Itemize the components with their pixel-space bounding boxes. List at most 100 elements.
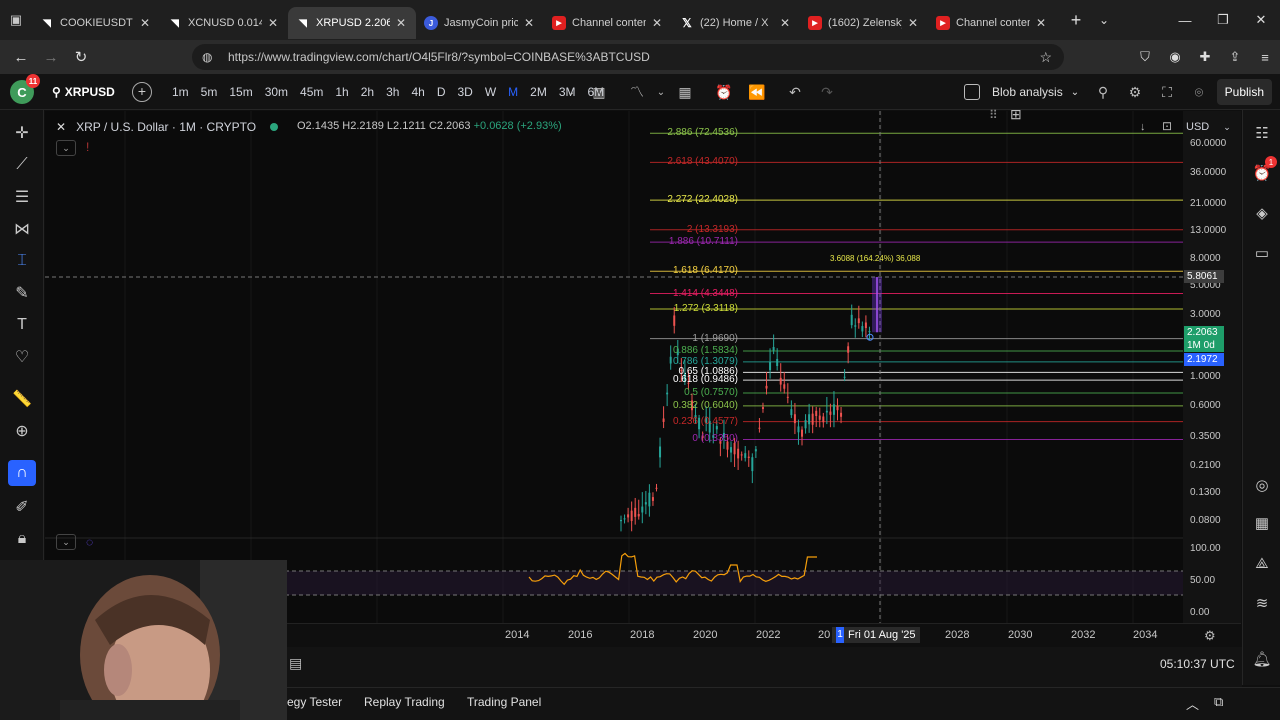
prediction-icon[interactable]: ⌶ bbox=[8, 248, 36, 274]
interval-m[interactable]: M bbox=[502, 85, 524, 99]
candles-icon[interactable]: ▥ bbox=[586, 74, 612, 110]
symbol-search-button[interactable]: ⚲ XRPUSD bbox=[52, 74, 115, 110]
quick-search-icon[interactable]: ⚲ bbox=[1090, 74, 1116, 110]
calendar-icon[interactable]: ▦ bbox=[1249, 510, 1275, 536]
indicators-icon[interactable]: 〽 bbox=[624, 74, 650, 110]
new-tab-button[interactable]: + bbox=[1062, 10, 1090, 31]
compare-symbol-icon[interactable]: + bbox=[132, 82, 152, 102]
signal-icon[interactable]: ≋ bbox=[1249, 590, 1275, 616]
chart-canvas[interactable] bbox=[45, 111, 1183, 623]
redo-icon[interactable]: ↷ bbox=[814, 74, 840, 110]
close-tab-icon[interactable]: ✕ bbox=[522, 16, 536, 30]
watchlist-icon[interactable]: ☷ bbox=[1249, 120, 1275, 146]
scroll-down-icon[interactable]: ↓ bbox=[1140, 121, 1146, 133]
close-tab-icon[interactable]: ✕ bbox=[138, 16, 152, 30]
maximize-pane-icon[interactable]: ⊡ bbox=[1162, 119, 1172, 133]
browser-tab[interactable]: J JasmyCoin price to ✕ bbox=[416, 7, 544, 39]
tab-actions-icon[interactable]: ▣ bbox=[0, 0, 32, 40]
avatar[interactable]: C 11 bbox=[10, 74, 40, 104]
profile-icon[interactable]: ◉ bbox=[1160, 40, 1190, 74]
browser-tab[interactable]: ▶ Channel content - ✕ bbox=[928, 7, 1056, 39]
interval-1h[interactable]: 1h bbox=[329, 85, 354, 99]
forward-icon[interactable]: → bbox=[36, 40, 66, 74]
zoom-icon[interactable]: ⊕ bbox=[8, 418, 36, 444]
close-window-icon[interactable]: ✕ bbox=[1242, 0, 1280, 40]
interval-1m[interactable]: 1m bbox=[166, 85, 195, 99]
settings-icon[interactable]: ⚙ bbox=[1122, 74, 1148, 110]
collapse-panel-icon[interactable]: ︿ bbox=[1186, 694, 1199, 713]
pocket-icon[interactable]: ⛉ bbox=[1130, 40, 1160, 74]
chat-icon[interactable]: ▭ bbox=[1249, 240, 1275, 266]
layouts-icon[interactable]: ▦ bbox=[672, 74, 698, 110]
blob-dropdown-icon[interactable]: ⌄ bbox=[1071, 87, 1079, 98]
notifications-icon[interactable]: 🔔︎ bbox=[1249, 646, 1275, 672]
interval-30m[interactable]: 30m bbox=[259, 85, 294, 99]
interval-2m[interactable]: 2M bbox=[524, 85, 553, 99]
strategy-tester-tab[interactable]: egy Tester bbox=[287, 695, 342, 709]
publish-button[interactable]: Publish bbox=[1216, 79, 1272, 105]
collapse-indicator-icon[interactable]: ⌄ bbox=[56, 534, 76, 550]
fullscreen-icon[interactable]: ⛶ bbox=[1154, 74, 1180, 110]
alerts-icon[interactable]: ⏰ 1 bbox=[1249, 156, 1277, 186]
interval-5m[interactable]: 5m bbox=[195, 85, 224, 99]
site-info-icon[interactable]: ◍ bbox=[202, 50, 216, 64]
close-tab-icon[interactable]: ✕ bbox=[394, 16, 408, 30]
close-tab-icon[interactable]: ✕ bbox=[906, 16, 920, 30]
remove-symbol-icon[interactable]: ✕ bbox=[56, 120, 66, 134]
restore-icon[interactable]: ❐ bbox=[1204, 0, 1242, 40]
close-tab-icon[interactable]: ✕ bbox=[778, 16, 792, 30]
collapse-legend-icon[interactable]: ⌄ bbox=[56, 140, 76, 156]
ruler-icon[interactable]: 📏 bbox=[8, 386, 36, 412]
trading-panel-tab[interactable]: Trading Panel bbox=[467, 695, 541, 709]
close-tab-icon[interactable]: ✕ bbox=[266, 16, 280, 30]
pine-editor-icon[interactable]: ⟁ bbox=[1249, 550, 1275, 576]
interval-w[interactable]: W bbox=[479, 85, 502, 99]
share-icon[interactable]: ⇪ bbox=[1220, 40, 1250, 74]
replay-icon[interactable]: ⏪ bbox=[744, 74, 770, 110]
browser-tab[interactable]: ▶ (1602) Zelenskyy a ✕ bbox=[800, 7, 928, 39]
close-tab-icon[interactable]: ✕ bbox=[650, 16, 664, 30]
menu-icon[interactable]: ≡ bbox=[1250, 40, 1280, 74]
lock-drawing-icon[interactable]: ✐ bbox=[8, 494, 36, 520]
browser-tab[interactable]: 𝕏 (22) Home / X ✕ bbox=[672, 7, 800, 39]
interval-3h[interactable]: 3h bbox=[380, 85, 405, 99]
replay-trading-tab[interactable]: Replay Trading bbox=[364, 695, 445, 709]
interval-dropdown-icon[interactable]: ⌄ bbox=[558, 74, 584, 110]
browser-tab[interactable]: ◥ XRPUSD 2.2063 ▲ ✕ bbox=[288, 7, 416, 39]
object-tree-icon[interactable]: ⊞ bbox=[1010, 106, 1022, 123]
heart-icon[interactable]: ♡ bbox=[8, 344, 36, 370]
interval-4h[interactable]: 4h bbox=[405, 85, 430, 99]
back-icon[interactable]: ← bbox=[6, 40, 36, 74]
maximize-panel-icon[interactable]: ⧉ bbox=[1214, 694, 1223, 710]
utc-clock[interactable]: 05:10:37 UTC bbox=[1160, 657, 1235, 671]
interval-15m[interactable]: 15m bbox=[223, 85, 258, 99]
indicators-dropdown-icon[interactable]: ⌄ bbox=[648, 74, 674, 110]
minimize-icon[interactable]: — bbox=[1166, 0, 1204, 40]
brush-icon[interactable]: ✎ bbox=[8, 280, 36, 306]
close-tab-icon[interactable]: ✕ bbox=[1034, 16, 1048, 30]
layers-icon[interactable]: ◈ bbox=[1249, 200, 1275, 226]
undo-icon[interactable]: ↶ bbox=[782, 74, 808, 110]
interval-3d[interactable]: 3D bbox=[451, 85, 478, 99]
url-bar[interactable]: ◍ https://www.tradingview.com/chart/O4l5… bbox=[192, 44, 1064, 70]
alert-icon[interactable]: ⏰ bbox=[711, 74, 737, 110]
blob-analysis-toggle[interactable]: Blob analysis ⌄ bbox=[964, 74, 1079, 110]
drag-handle-icon[interactable]: ⠿ bbox=[989, 108, 998, 122]
interval-d[interactable]: D bbox=[431, 85, 452, 99]
text-icon[interactable]: T bbox=[8, 312, 36, 338]
lock-icon[interactable]: 🔒︎ bbox=[8, 526, 36, 552]
blob-checkbox[interactable] bbox=[964, 84, 980, 100]
bookmark-star-icon[interactable]: ☆ bbox=[1039, 49, 1052, 66]
auto-scale-icon[interactable]: ⚙ bbox=[1204, 628, 1216, 644]
extensions-icon[interactable]: ✚ bbox=[1190, 40, 1220, 74]
browser-tab[interactable]: ◥ COOKIEUSDT 0.22 ✕ bbox=[32, 7, 160, 39]
magnet-icon[interactable]: ∩ bbox=[8, 460, 36, 486]
currency-selector[interactable]: USD ⌄ bbox=[1186, 118, 1238, 136]
browser-tab[interactable]: ◥ XCNUSD 0.014964 ✕ bbox=[160, 7, 288, 39]
browser-tab[interactable]: ▶ Channel content - ✕ bbox=[544, 7, 672, 39]
trend-line-icon[interactable]: ⟋ bbox=[8, 152, 36, 178]
snapshot-icon[interactable]: ⌾ bbox=[1186, 74, 1212, 110]
interval-45m[interactable]: 45m bbox=[294, 85, 329, 99]
reload-icon[interactable]: ↻ bbox=[66, 40, 96, 74]
interval-2h[interactable]: 2h bbox=[355, 85, 380, 99]
